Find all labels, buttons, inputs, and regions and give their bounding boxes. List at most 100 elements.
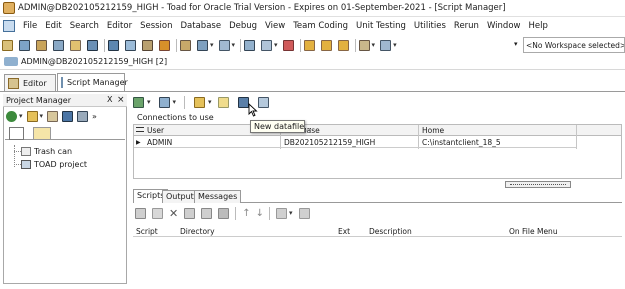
debug-icon[interactable]	[282, 39, 294, 51]
panel-title: Project Manager	[6, 96, 71, 105]
menu-edit[interactable]: Edit	[41, 21, 65, 31]
column-header-on-file-menu[interactable]: On File Menu	[509, 227, 558, 236]
menu-view[interactable]: View	[261, 21, 289, 31]
chevron-down-icon[interactable]: ▾	[19, 112, 23, 120]
sql-editor-icon[interactable]	[36, 39, 47, 51]
chevron-down-icon[interactable]: ▾	[289, 209, 293, 217]
new-connection-icon[interactable]	[2, 39, 13, 51]
users-icon[interactable]	[320, 39, 332, 51]
grid-layout-icon[interactable]	[298, 207, 310, 219]
refresh-icon[interactable]	[257, 96, 269, 108]
move-down-icon[interactable]: ↓	[256, 208, 264, 219]
column-header-ext[interactable]: Ext	[338, 227, 350, 236]
chevron-down-icon[interactable]: ▾	[173, 98, 177, 106]
add-connection-icon[interactable]	[133, 96, 144, 108]
pin-icon[interactable]: ⵝ	[107, 95, 112, 104]
window-menu-icon[interactable]	[3, 20, 15, 32]
save-icon[interactable]	[237, 96, 249, 108]
chevron-down-icon[interactable]: ▾	[147, 98, 151, 106]
workspace-select[interactable]: <No Workspace selected>	[523, 37, 625, 53]
query-builder-icon[interactable]	[261, 39, 273, 51]
edit-icon[interactable]	[152, 207, 163, 219]
add-icon[interactable]	[6, 110, 17, 122]
tools-icon[interactable]	[70, 39, 81, 51]
chevron-down-icon[interactable]: ▾	[232, 41, 236, 49]
menu-editor[interactable]: Editor	[103, 21, 136, 31]
chevron-down-icon[interactable]: ▾	[274, 41, 278, 49]
more-icon[interactable]: »	[92, 112, 97, 121]
separator	[104, 38, 105, 52]
report-icon[interactable]	[197, 39, 208, 51]
print-icon[interactable]	[77, 110, 89, 122]
compare-icon[interactable]	[244, 39, 256, 51]
chevron-down-icon[interactable]: ▾	[514, 40, 518, 48]
tab-editor[interactable]: Editor	[4, 74, 56, 91]
connection-label[interactable]: ADMIN@DB202105212159_HIGH [2]	[21, 57, 167, 66]
filter-icon[interactable]	[276, 207, 287, 219]
roles-icon[interactable]	[337, 39, 349, 51]
tab-output[interactable]: Output	[162, 190, 198, 203]
tab-messages[interactable]: Messages	[194, 190, 242, 203]
schema-browser-icon[interactable]	[19, 39, 30, 51]
grid-menu-icon[interactable]	[136, 127, 144, 132]
data-icon[interactable]	[380, 39, 392, 51]
chevron-down-icon[interactable]: ▾	[40, 112, 44, 120]
window-icon[interactable]	[87, 39, 98, 51]
chevron-down-icon[interactable]: ▾	[208, 98, 212, 106]
tree-item-toad-project[interactable]: TOAD project	[14, 160, 87, 169]
close-icon[interactable]: ×	[117, 95, 125, 105]
tree-item-label: Trash can	[34, 147, 73, 156]
menu-window[interactable]: Window	[483, 21, 525, 31]
grid-icon[interactable]	[53, 39, 64, 51]
print-icon[interactable]	[218, 207, 230, 219]
column-header-description[interactable]: Description	[369, 227, 412, 236]
session-browser-icon[interactable]	[108, 39, 119, 51]
window-title: ADMIN@DB202105212159_HIGH - Toad for Ora…	[18, 3, 506, 13]
menu-rerun[interactable]: Rerun	[450, 21, 483, 31]
menu-utilities[interactable]: Utilities	[410, 21, 450, 31]
menu-database[interactable]: Database	[177, 21, 226, 31]
column-header-directory[interactable]: Directory	[180, 227, 215, 236]
separator	[235, 206, 237, 220]
execute-icon[interactable]	[201, 207, 213, 219]
folder-icon[interactable]	[26, 110, 38, 122]
separator	[269, 206, 270, 220]
database-icon[interactable]	[125, 39, 136, 51]
column-header-user[interactable]: User	[147, 126, 164, 135]
script-icon[interactable]	[358, 39, 370, 51]
tab-folders[interactable]	[33, 127, 51, 140]
add-script-icon[interactable]	[135, 207, 146, 219]
tuning-icon[interactable]	[218, 39, 230, 51]
move-up-icon[interactable]: ↑	[242, 208, 250, 219]
toad-app-icon	[3, 2, 15, 14]
chevron-down-icon[interactable]: ▾	[210, 41, 214, 49]
chevron-down-icon[interactable]: ▾	[372, 41, 376, 49]
menu-search[interactable]: Search	[66, 21, 103, 31]
tree-item-trash[interactable]: Trash can	[14, 147, 72, 156]
user-icon[interactable]	[303, 39, 315, 51]
menu-team-coding[interactable]: Team Coding	[289, 21, 352, 31]
column-header-home[interactable]: Home	[422, 126, 444, 135]
cell-home[interactable]: C:\instantclient_18_5	[422, 138, 501, 147]
connection-icon[interactable]	[158, 96, 170, 108]
save-icon[interactable]	[62, 110, 74, 122]
lightning-icon[interactable]	[159, 39, 170, 51]
menu-file[interactable]: File	[19, 21, 41, 31]
copy-icon[interactable]	[184, 207, 196, 219]
cell-user[interactable]: ADMIN	[147, 138, 172, 147]
explain-plan-icon[interactable]	[180, 39, 191, 51]
column-header-script[interactable]: Script	[136, 227, 158, 236]
tab-script-manager[interactable]: Script Manager	[57, 73, 128, 91]
menu-debug[interactable]: Debug	[225, 21, 261, 31]
menu-help[interactable]: Help	[524, 21, 551, 31]
chevron-down-icon[interactable]: ▾	[393, 41, 397, 49]
import-icon[interactable]	[142, 39, 153, 51]
menu-unit-testing[interactable]: Unit Testing	[352, 21, 410, 31]
menu-session[interactable]: Session	[136, 21, 176, 31]
open-folder-icon[interactable]	[194, 96, 206, 108]
new-datafile-icon[interactable]	[217, 96, 229, 108]
cell-database[interactable]: DB202105212159_HIGH	[284, 138, 375, 147]
properties-icon[interactable]	[47, 110, 59, 122]
delete-icon[interactable]: ✕	[169, 207, 178, 220]
tab-projects[interactable]	[9, 127, 24, 140]
